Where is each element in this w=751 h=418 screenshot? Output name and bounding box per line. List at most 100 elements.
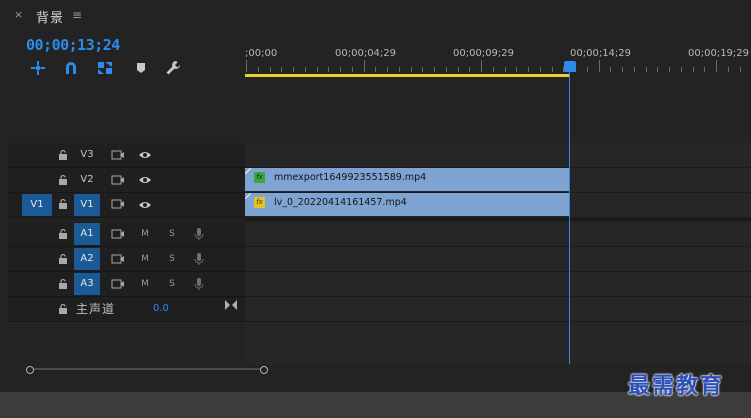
- mute-button[interactable]: M: [140, 248, 150, 270]
- track-lane-a3[interactable]: [245, 272, 751, 297]
- panel-menu-icon[interactable]: ≡: [72, 8, 82, 22]
- video-clip[interactable]: fx lv_0_20220414161457.mp4: [245, 193, 570, 216]
- ruler-tick: [351, 67, 353, 72]
- track-header-a3: [8, 272, 245, 297]
- eye-icon[interactable]: [138, 150, 152, 163]
- playhead-line[interactable]: [569, 72, 570, 364]
- track-lane-spacer: [245, 322, 751, 364]
- ruler-tick: [363, 60, 365, 72]
- track-header-v3: [8, 143, 245, 168]
- toggle-sync-lock-icon[interactable]: [111, 253, 125, 268]
- video-audio-divider[interactable]: [245, 218, 751, 221]
- ruler-tick: [633, 67, 635, 72]
- track-name-v2[interactable]: V2: [74, 169, 100, 191]
- scrollbar-right-handle[interactable]: [260, 366, 268, 374]
- ruler-tick: [716, 60, 717, 72]
- eye-icon[interactable]: [138, 175, 152, 188]
- microphone-icon[interactable]: [194, 277, 204, 294]
- ruler-tick: [387, 67, 388, 72]
- clip-name: lv_0_20220414161457.mp4: [274, 197, 407, 208]
- solo-button[interactable]: S: [167, 223, 177, 245]
- ruler-tick: [692, 67, 694, 72]
- track-lane-a1[interactable]: [245, 222, 751, 247]
- scrollbar-left-handle[interactable]: [26, 366, 34, 374]
- ruler-tick: [645, 67, 647, 72]
- linked-selection-icon[interactable]: [97, 60, 113, 76]
- ruler-tick: [340, 67, 341, 72]
- snap-icon[interactable]: [63, 60, 79, 76]
- toggle-sync-lock-icon[interactable]: [111, 149, 125, 164]
- track-lane-a2[interactable]: [245, 247, 751, 272]
- track-header-v2: [8, 168, 245, 193]
- toggle-sync-lock-icon[interactable]: [111, 198, 125, 213]
- playhead-timecode[interactable]: 00;00;13;24: [26, 36, 120, 54]
- track-name-v3[interactable]: V3: [74, 144, 100, 166]
- lock-icon[interactable]: [58, 174, 68, 185]
- ruler-tick: [316, 67, 318, 72]
- scrollbar-track[interactable]: [30, 368, 264, 370]
- ruler-tick: [704, 67, 706, 72]
- ruler-tick: [481, 60, 482, 72]
- solo-button[interactable]: S: [167, 273, 177, 295]
- playhead-handle[interactable]: [564, 61, 576, 72]
- add-marker-icon[interactable]: [133, 60, 149, 76]
- sequence-tab-title[interactable]: 背景: [36, 7, 64, 26]
- toggle-sync-lock-icon[interactable]: [111, 174, 125, 189]
- ruler-tick: [410, 67, 412, 72]
- microphone-icon[interactable]: [194, 252, 204, 269]
- nest-sequence-icon[interactable]: [30, 60, 46, 76]
- ruler-tick: [669, 67, 670, 72]
- ruler-tick: [398, 67, 400, 72]
- settings-wrench-icon[interactable]: [165, 60, 181, 76]
- source-patch-v1[interactable]: V1: [22, 194, 52, 216]
- track-name-v1[interactable]: V1: [74, 194, 100, 216]
- ruler-tick: [504, 67, 506, 72]
- lock-icon[interactable]: [58, 198, 68, 209]
- microphone-icon[interactable]: [194, 227, 204, 244]
- close-tab-icon[interactable]: ×: [14, 9, 26, 21]
- ruler-tick: [492, 67, 494, 72]
- ruler-tick: [680, 67, 682, 72]
- ruler-label: 00;00;04;29: [335, 48, 397, 59]
- eye-icon[interactable]: [138, 200, 152, 213]
- solo-button[interactable]: S: [167, 248, 177, 270]
- ruler-tick: [528, 67, 529, 72]
- ruler-tick: [445, 67, 447, 72]
- track-name-a1[interactable]: A1: [74, 223, 100, 245]
- lock-icon[interactable]: [58, 278, 68, 289]
- tab-bar: × 背景 ≡: [0, 0, 751, 30]
- lock-icon[interactable]: [58, 253, 68, 264]
- ruler-tick: [739, 67, 741, 72]
- ruler-tick: [457, 67, 459, 72]
- video-clip[interactable]: fx mmexport1649923551589.mp4: [245, 168, 570, 191]
- toggle-sync-lock-icon[interactable]: [111, 278, 125, 293]
- ruler-tick: [375, 67, 377, 72]
- track-name-a3[interactable]: A3: [74, 273, 100, 295]
- work-area-bar[interactable]: [245, 74, 570, 77]
- ruler-tick: [257, 67, 259, 72]
- go-to-edit-point-icon[interactable]: [225, 300, 237, 313]
- ruler-label: ;00;00: [245, 48, 278, 59]
- ruler-tick: [469, 67, 471, 72]
- mute-button[interactable]: M: [140, 223, 150, 245]
- horizontal-zoom-scrollbar[interactable]: [26, 366, 268, 374]
- ruler-tick: [727, 67, 729, 72]
- ruler-label: 00;00;19;29: [688, 48, 750, 59]
- toggle-sync-lock-icon[interactable]: [111, 228, 125, 243]
- lock-icon[interactable]: [58, 228, 68, 239]
- ruler-tick: [422, 67, 424, 72]
- track-header-spacer: [8, 322, 245, 364]
- ruler-tick: [610, 67, 612, 72]
- track-lane-master: [245, 297, 751, 322]
- mute-button[interactable]: M: [140, 273, 150, 295]
- ruler-label: 00;00;14;29: [570, 48, 632, 59]
- master-volume-value[interactable]: 0.0: [153, 303, 169, 314]
- ruler-tick: [551, 67, 553, 72]
- lock-icon[interactable]: [58, 303, 68, 314]
- lock-icon[interactable]: [58, 149, 68, 160]
- ruler-tick: [434, 67, 435, 72]
- track-name-a2[interactable]: A2: [74, 248, 100, 270]
- track-lane-v3[interactable]: [245, 143, 751, 168]
- master-track-label: 主声道: [76, 302, 116, 316]
- track-header-a1: [8, 222, 245, 247]
